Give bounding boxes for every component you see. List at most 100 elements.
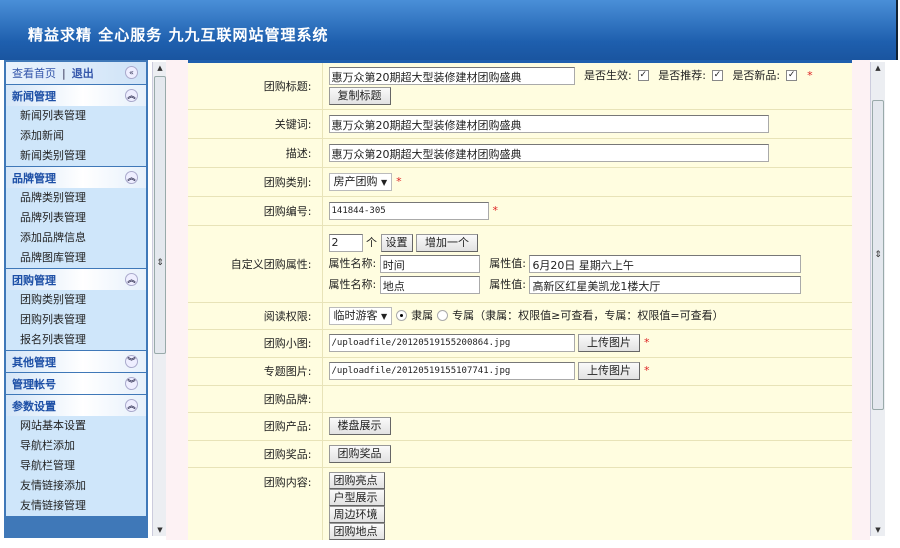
count-unit: 个 (366, 235, 377, 249)
collapse-sidebar-icon[interactable]: « (125, 66, 138, 79)
radio-exclusive-label: 专属（隶属：权限值≥可查看，专属：权限值=可查看） (452, 308, 724, 322)
chevron-up-icon[interactable]: ︽ (125, 171, 138, 184)
active-label: 是否生效: (584, 68, 632, 82)
brand-label: 团购品牌: (188, 385, 323, 413)
content-section-button[interactable]: 户型展示 (328, 488, 385, 506)
attr-name-label: 属性名称: (328, 256, 377, 270)
keywords-input[interactable]: 惠万众第20期超大型装修建材团购盛典 (328, 114, 769, 133)
active-checkbox[interactable]: ✓ (637, 70, 649, 82)
chevron-down-icon[interactable]: ︾ (125, 377, 138, 390)
header: 精益求精 全心服务 九九互联网站管理系统 (0, 0, 898, 60)
recommend-checkbox[interactable]: ✓ (711, 70, 723, 82)
copy-title-button[interactable]: 复制标题 (328, 86, 391, 105)
permission-value: 临时游客 (333, 308, 378, 322)
required-mark: * (807, 68, 813, 82)
app-title: 精益求精 全心服务 九九互联网站管理系统 (28, 26, 329, 44)
content-section-button[interactable]: 周边环境 (328, 505, 385, 523)
attr-name-input[interactable]: 时间 (379, 254, 480, 273)
sidebar-section[interactable]: 团购管理 ︽ (6, 268, 146, 290)
section-title: 新闻管理 (12, 89, 56, 103)
attr-name-input[interactable]: 地点 (379, 275, 480, 294)
sidebar-item[interactable]: 品牌类别管理 (6, 188, 146, 208)
sidebar-item[interactable]: 新闻列表管理 (6, 106, 146, 126)
separator: | (62, 66, 66, 80)
main-scrollbar[interactable]: ▲ ⇕ ▼ (870, 62, 885, 536)
sidebar-item[interactable]: 品牌图库管理 (6, 248, 146, 268)
logout-link[interactable]: 退出 (72, 65, 94, 81)
title-label: 团购标题: (188, 63, 323, 110)
product-button[interactable]: 楼盘展示 (328, 417, 391, 435)
prize-button[interactable]: 团购奖品 (328, 444, 391, 463)
new-checkbox[interactable]: ✓ (786, 70, 798, 82)
radio-subordinate[interactable] (396, 310, 408, 321)
attr-value-input[interactable]: 高新区红星美凯龙1楼大厅 (529, 275, 802, 294)
sidebar-item[interactable]: 友情链接管理 (6, 496, 146, 516)
chevron-up-icon[interactable]: ︽ (125, 399, 138, 412)
description-label: 描述: (188, 138, 323, 168)
category-select[interactable]: 房产团购 ▼ (328, 172, 393, 191)
permission-label: 阅读权限: (188, 302, 323, 330)
section-title: 其他管理 (12, 355, 56, 369)
sidebar: 查看首页 | 退出 « 新闻管理 ︽ 新闻列表管理 添加新闻 新闻类别管理 品牌管理 ︽ 品牌… (4, 60, 148, 538)
add-attr-button[interactable]: 增加一个 (416, 233, 478, 252)
home-link[interactable]: 查看首页 (12, 65, 56, 81)
custom-attrs-label: 自定义团购属性: (188, 225, 323, 303)
chevron-up-icon[interactable]: ︽ (125, 273, 138, 286)
radio-exclusive[interactable] (437, 310, 449, 321)
recommend-label: 是否推荐: (658, 68, 706, 82)
sidebar-item[interactable]: 团购列表管理 (6, 310, 146, 330)
chevron-up-icon[interactable]: ︽ (125, 89, 138, 102)
sidebar-item[interactable]: 网站基本设置 (6, 416, 146, 436)
section-title: 参数设置 (12, 399, 56, 413)
scroll-thumb[interactable] (154, 76, 166, 354)
sidebar-item[interactable]: 导航栏添加 (6, 436, 146, 456)
code-input[interactable]: 141844-305 (328, 201, 489, 220)
sidebar-section[interactable]: 管理帐号 ︾ (6, 372, 146, 394)
sidebar-item[interactable]: 添加新闻 (6, 126, 146, 146)
topic-image-input[interactable]: /uploadfile/20120519155107741.jpg (328, 362, 575, 380)
small-image-input[interactable]: /uploadfile/20120519155200864.jpg (328, 334, 575, 352)
grip-icon: ⇕ (156, 258, 164, 268)
content-section-button[interactable]: 团购地点 (328, 522, 385, 540)
title-input[interactable]: 惠万众第20期超大型装修建材团购盛典 (328, 66, 575, 85)
content-section-button[interactable]: 团购亮点 (328, 471, 385, 489)
sidebar-scrollbar[interactable]: ▲ ⇕ ▼ (152, 62, 167, 536)
chevron-down-icon[interactable]: ︾ (125, 355, 138, 368)
prize-label: 团购奖品: (188, 440, 323, 468)
sidebar-item[interactable]: 团购类别管理 (6, 290, 146, 310)
section-title: 团购管理 (12, 273, 56, 287)
sidebar-item[interactable]: 友情链接添加 (6, 476, 146, 496)
content-label: 团购内容: (188, 467, 323, 540)
scroll-down-icon[interactable]: ▼ (871, 526, 885, 534)
sidebar-section[interactable]: 其他管理 ︾ (6, 350, 146, 372)
radio-subordinate-label: 隶属 (411, 308, 434, 322)
sidebar-item[interactable]: 品牌列表管理 (6, 208, 146, 228)
group-buy-form: 团购标题: 惠万众第20期超大型装修建材团购盛典 是否生效: ✓ 是否推荐: ✓ 是… (188, 60, 852, 540)
category-value: 房产团购 (333, 174, 378, 188)
description-input[interactable]: 惠万众第20期超大型装修建材团购盛典 (328, 143, 769, 162)
sidebar-section[interactable]: 品牌管理 ︽ (6, 166, 146, 188)
splitter (166, 60, 188, 540)
sidebar-item[interactable]: 新闻类别管理 (6, 146, 146, 166)
upload-small-image-button[interactable]: 上传图片 (578, 334, 640, 352)
margin (852, 60, 870, 540)
required-mark: * (644, 336, 650, 349)
chevron-down-icon: ▼ (381, 311, 388, 321)
sidebar-section[interactable]: 新闻管理 ︽ (6, 84, 146, 106)
permission-select[interactable]: 临时游客 ▼ (328, 306, 393, 325)
product-label: 团购产品: (188, 412, 323, 441)
sidebar-item[interactable]: 报名列表管理 (6, 330, 146, 350)
scroll-up-icon[interactable]: ▲ (871, 64, 885, 72)
scroll-down-icon[interactable]: ▼ (153, 526, 167, 534)
attr-count-input[interactable]: 2 (328, 233, 363, 252)
attr-value-input[interactable]: 6月20日 星期六上午 (529, 254, 802, 273)
required-mark: * (396, 174, 402, 188)
sidebar-item[interactable]: 导航栏管理 (6, 456, 146, 476)
sidebar-section[interactable]: 参数设置 ︽ (6, 394, 146, 416)
upload-topic-image-button[interactable]: 上传图片 (578, 362, 640, 380)
set-button[interactable]: 设置 (380, 233, 413, 252)
sidebar-item[interactable]: 添加品牌信息 (6, 228, 146, 248)
scroll-up-icon[interactable]: ▲ (153, 64, 167, 72)
attr-name-label: 属性名称: (328, 277, 377, 291)
category-label: 团购类别: (188, 167, 323, 197)
